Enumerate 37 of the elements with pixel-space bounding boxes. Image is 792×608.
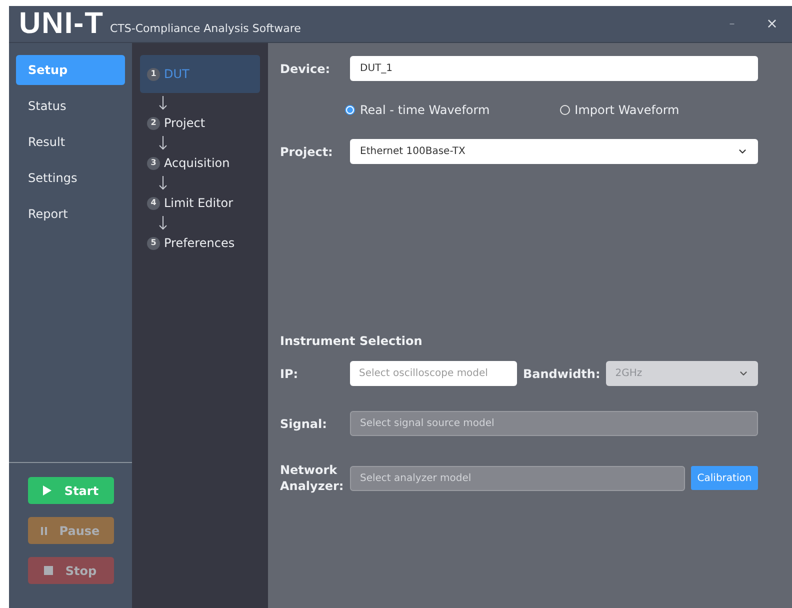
down-arrow-icon	[159, 136, 167, 150]
step-number: 2	[147, 116, 160, 130]
project-label: Project:	[280, 144, 334, 160]
nav-item[interactable]: Report	[16, 199, 125, 229]
minimize-button[interactable]: –	[712, 9, 752, 39]
waveform-radio[interactable]: Real - time Waveform	[345, 101, 490, 119]
down-arrow-icon	[159, 96, 167, 110]
step-item[interactable]: 4 Limit Editor	[140, 193, 260, 213]
signal-label: Signal:	[280, 416, 328, 432]
step-item[interactable]: 3 Acquisition	[140, 153, 260, 173]
play-icon	[42, 485, 52, 496]
nav-item[interactable]: Status	[16, 91, 125, 121]
step-item[interactable]: 1 DUT	[140, 55, 260, 93]
waveform-radio[interactable]: Import Waveform	[560, 101, 680, 119]
step-item[interactable]: 2 Project	[140, 113, 260, 133]
section-title: Instrument Selection	[280, 333, 424, 350]
window-title: CTS-Compliance Analysis Software	[110, 20, 301, 37]
step-number: 3	[147, 156, 160, 170]
device-label: Device:	[280, 60, 332, 76]
ip-label: IP:	[280, 366, 300, 382]
nav-item[interactable]: Settings	[16, 163, 125, 193]
oscilloscope-field[interactable]: Select oscilloscope model	[350, 361, 517, 386]
close-button[interactable]: ×	[752, 9, 792, 39]
device-field[interactable]: DUT_1	[350, 56, 758, 81]
down-arrow-icon	[159, 176, 167, 190]
bandwidth-label: Bandwidth:	[523, 366, 600, 382]
down-arrow-icon	[159, 216, 167, 230]
nav-item[interactable]: Result	[16, 127, 125, 157]
step-number: 1	[147, 68, 160, 80]
step-number: 4	[147, 196, 160, 210]
pause-icon	[41, 526, 48, 534]
stop-icon	[44, 566, 54, 575]
step-item[interactable]: 5 Preferences	[140, 233, 260, 253]
logo: UNI-T	[19, 9, 104, 39]
analyzer-label: Network Analyzer:	[280, 462, 344, 494]
project-dropdown[interactable]: Ethernet 100Base-TX	[350, 139, 758, 164]
step-number: 5	[147, 236, 160, 250]
